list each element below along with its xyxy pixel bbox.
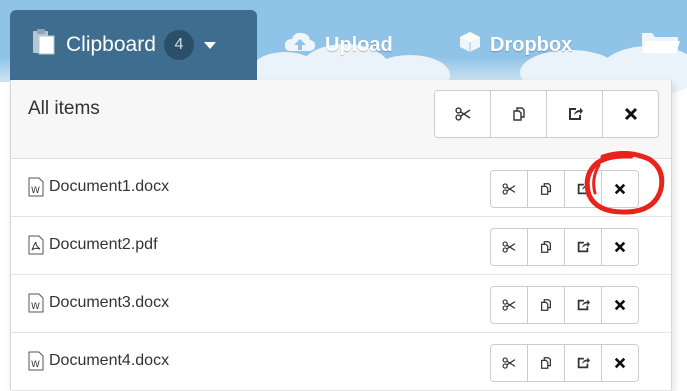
folder-icon	[640, 29, 680, 61]
word-file-icon: W	[28, 177, 44, 197]
close-icon	[614, 357, 626, 369]
upload-button[interactable]: Upload	[283, 10, 393, 80]
close-icon	[624, 107, 637, 121]
copy-all-button[interactable]	[491, 91, 547, 137]
copy-icon	[541, 357, 551, 369]
paste-all-button[interactable]	[547, 91, 603, 137]
copy-button[interactable]	[528, 345, 565, 381]
list-item: W Document3.docx	[11, 275, 671, 333]
copy-button[interactable]	[528, 171, 565, 207]
all-items-actions	[434, 90, 659, 138]
file-name: Document4.docx	[49, 352, 170, 369]
scissors-icon	[454, 107, 470, 121]
copy-icon	[512, 107, 525, 121]
clipboard-count-badge: 4	[163, 30, 194, 60]
paste-button[interactable]	[565, 345, 602, 381]
svg-text:W: W	[31, 360, 40, 370]
list-item: W Document1.docx	[11, 159, 671, 217]
item-actions	[490, 344, 639, 382]
paste-button[interactable]	[565, 171, 602, 207]
share-icon	[577, 183, 590, 195]
close-icon	[614, 299, 626, 311]
copy-button[interactable]	[528, 229, 565, 265]
item-actions	[490, 286, 639, 324]
cut-button[interactable]	[491, 287, 528, 323]
delete-button[interactable]	[602, 345, 638, 381]
close-icon	[614, 183, 626, 195]
top-toolbar: Clipboard 4 Upload Dropbox	[0, 0, 687, 96]
scissors-icon	[502, 183, 516, 195]
list-item: W Document4.docx	[11, 333, 671, 391]
dropbox-button[interactable]: Dropbox	[458, 10, 572, 80]
share-icon	[577, 299, 590, 311]
cut-all-button[interactable]	[435, 91, 491, 137]
pdf-file-icon	[28, 235, 44, 255]
delete-button[interactable]	[602, 171, 638, 207]
clipboard-icon	[32, 28, 58, 62]
clipboard-button[interactable]: Clipboard 4	[10, 10, 257, 80]
item-actions	[490, 170, 639, 208]
item-actions	[490, 228, 639, 266]
word-file-icon: W	[28, 351, 44, 371]
clipboard-dropdown-panel: All items W Document1.docx Document2.pdf…	[10, 80, 672, 391]
delete-all-button[interactable]	[603, 91, 658, 137]
scissors-icon	[502, 357, 516, 369]
delete-button[interactable]	[602, 229, 638, 265]
upload-label: Upload	[325, 33, 393, 56]
svg-text:W: W	[31, 186, 40, 196]
panel-title: All items	[28, 98, 100, 119]
copy-button[interactable]	[528, 287, 565, 323]
word-file-icon: W	[28, 293, 44, 313]
copy-icon	[541, 299, 551, 311]
panel-header: All items	[11, 80, 671, 159]
svg-text:W: W	[31, 302, 40, 312]
cut-button[interactable]	[491, 345, 528, 381]
delete-button[interactable]	[602, 287, 638, 323]
list-item: Document2.pdf	[11, 217, 671, 275]
chevron-down-icon	[203, 41, 216, 49]
paste-button[interactable]	[565, 287, 602, 323]
scissors-icon	[502, 299, 516, 311]
cloud-upload-icon	[283, 29, 317, 61]
dropbox-label: Dropbox	[490, 33, 573, 56]
clipboard-label: Clipboard	[66, 33, 156, 56]
paste-button[interactable]	[565, 229, 602, 265]
dropbox-icon	[458, 30, 482, 60]
file-name: Document1.docx	[49, 178, 170, 195]
file-name: Document3.docx	[49, 294, 170, 311]
share-icon	[577, 241, 590, 253]
folder-button[interactable]	[640, 10, 680, 80]
cut-button[interactable]	[491, 171, 528, 207]
share-icon	[568, 107, 583, 120]
copy-icon	[541, 241, 551, 253]
scissors-icon	[502, 241, 516, 253]
close-icon	[614, 241, 626, 253]
copy-icon	[541, 183, 551, 195]
share-icon	[577, 357, 590, 369]
file-name: Document2.pdf	[49, 236, 158, 253]
cut-button[interactable]	[491, 229, 528, 265]
